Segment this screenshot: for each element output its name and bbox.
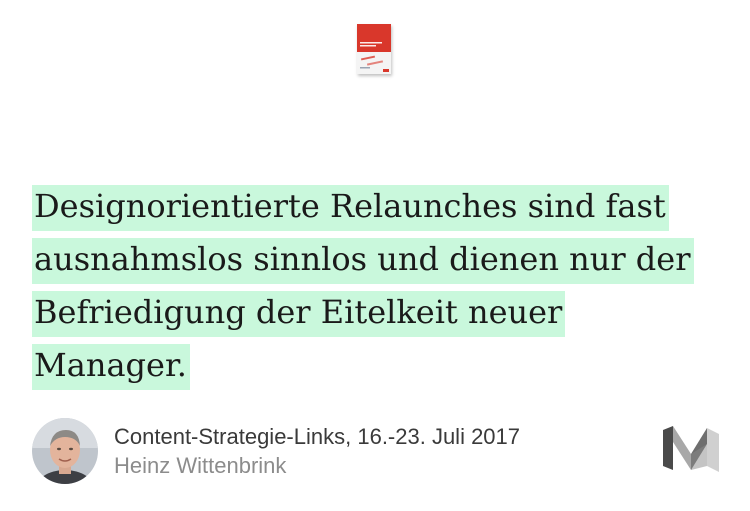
quote-line-3: Befriedigung der Eitelkeit neuer Manager… — [32, 286, 722, 392]
highlighted-quote: Designorientierte Relaunches sind fast a… — [32, 180, 722, 392]
quote-line-1: Designorientierte Relaunches sind fast — [32, 180, 722, 233]
quote-line-2: ausnahmslos sinnlos und dienen nur der — [32, 233, 722, 286]
book-cover-icon — [357, 24, 391, 74]
author-avatar[interactable] — [32, 418, 98, 484]
medium-logo-icon[interactable] — [663, 424, 719, 472]
author-name-link[interactable]: Heinz Wittenbrink — [114, 453, 286, 479]
story-title-link[interactable]: Content-Strategie-Links, 16.-23. Juli 20… — [114, 424, 520, 450]
